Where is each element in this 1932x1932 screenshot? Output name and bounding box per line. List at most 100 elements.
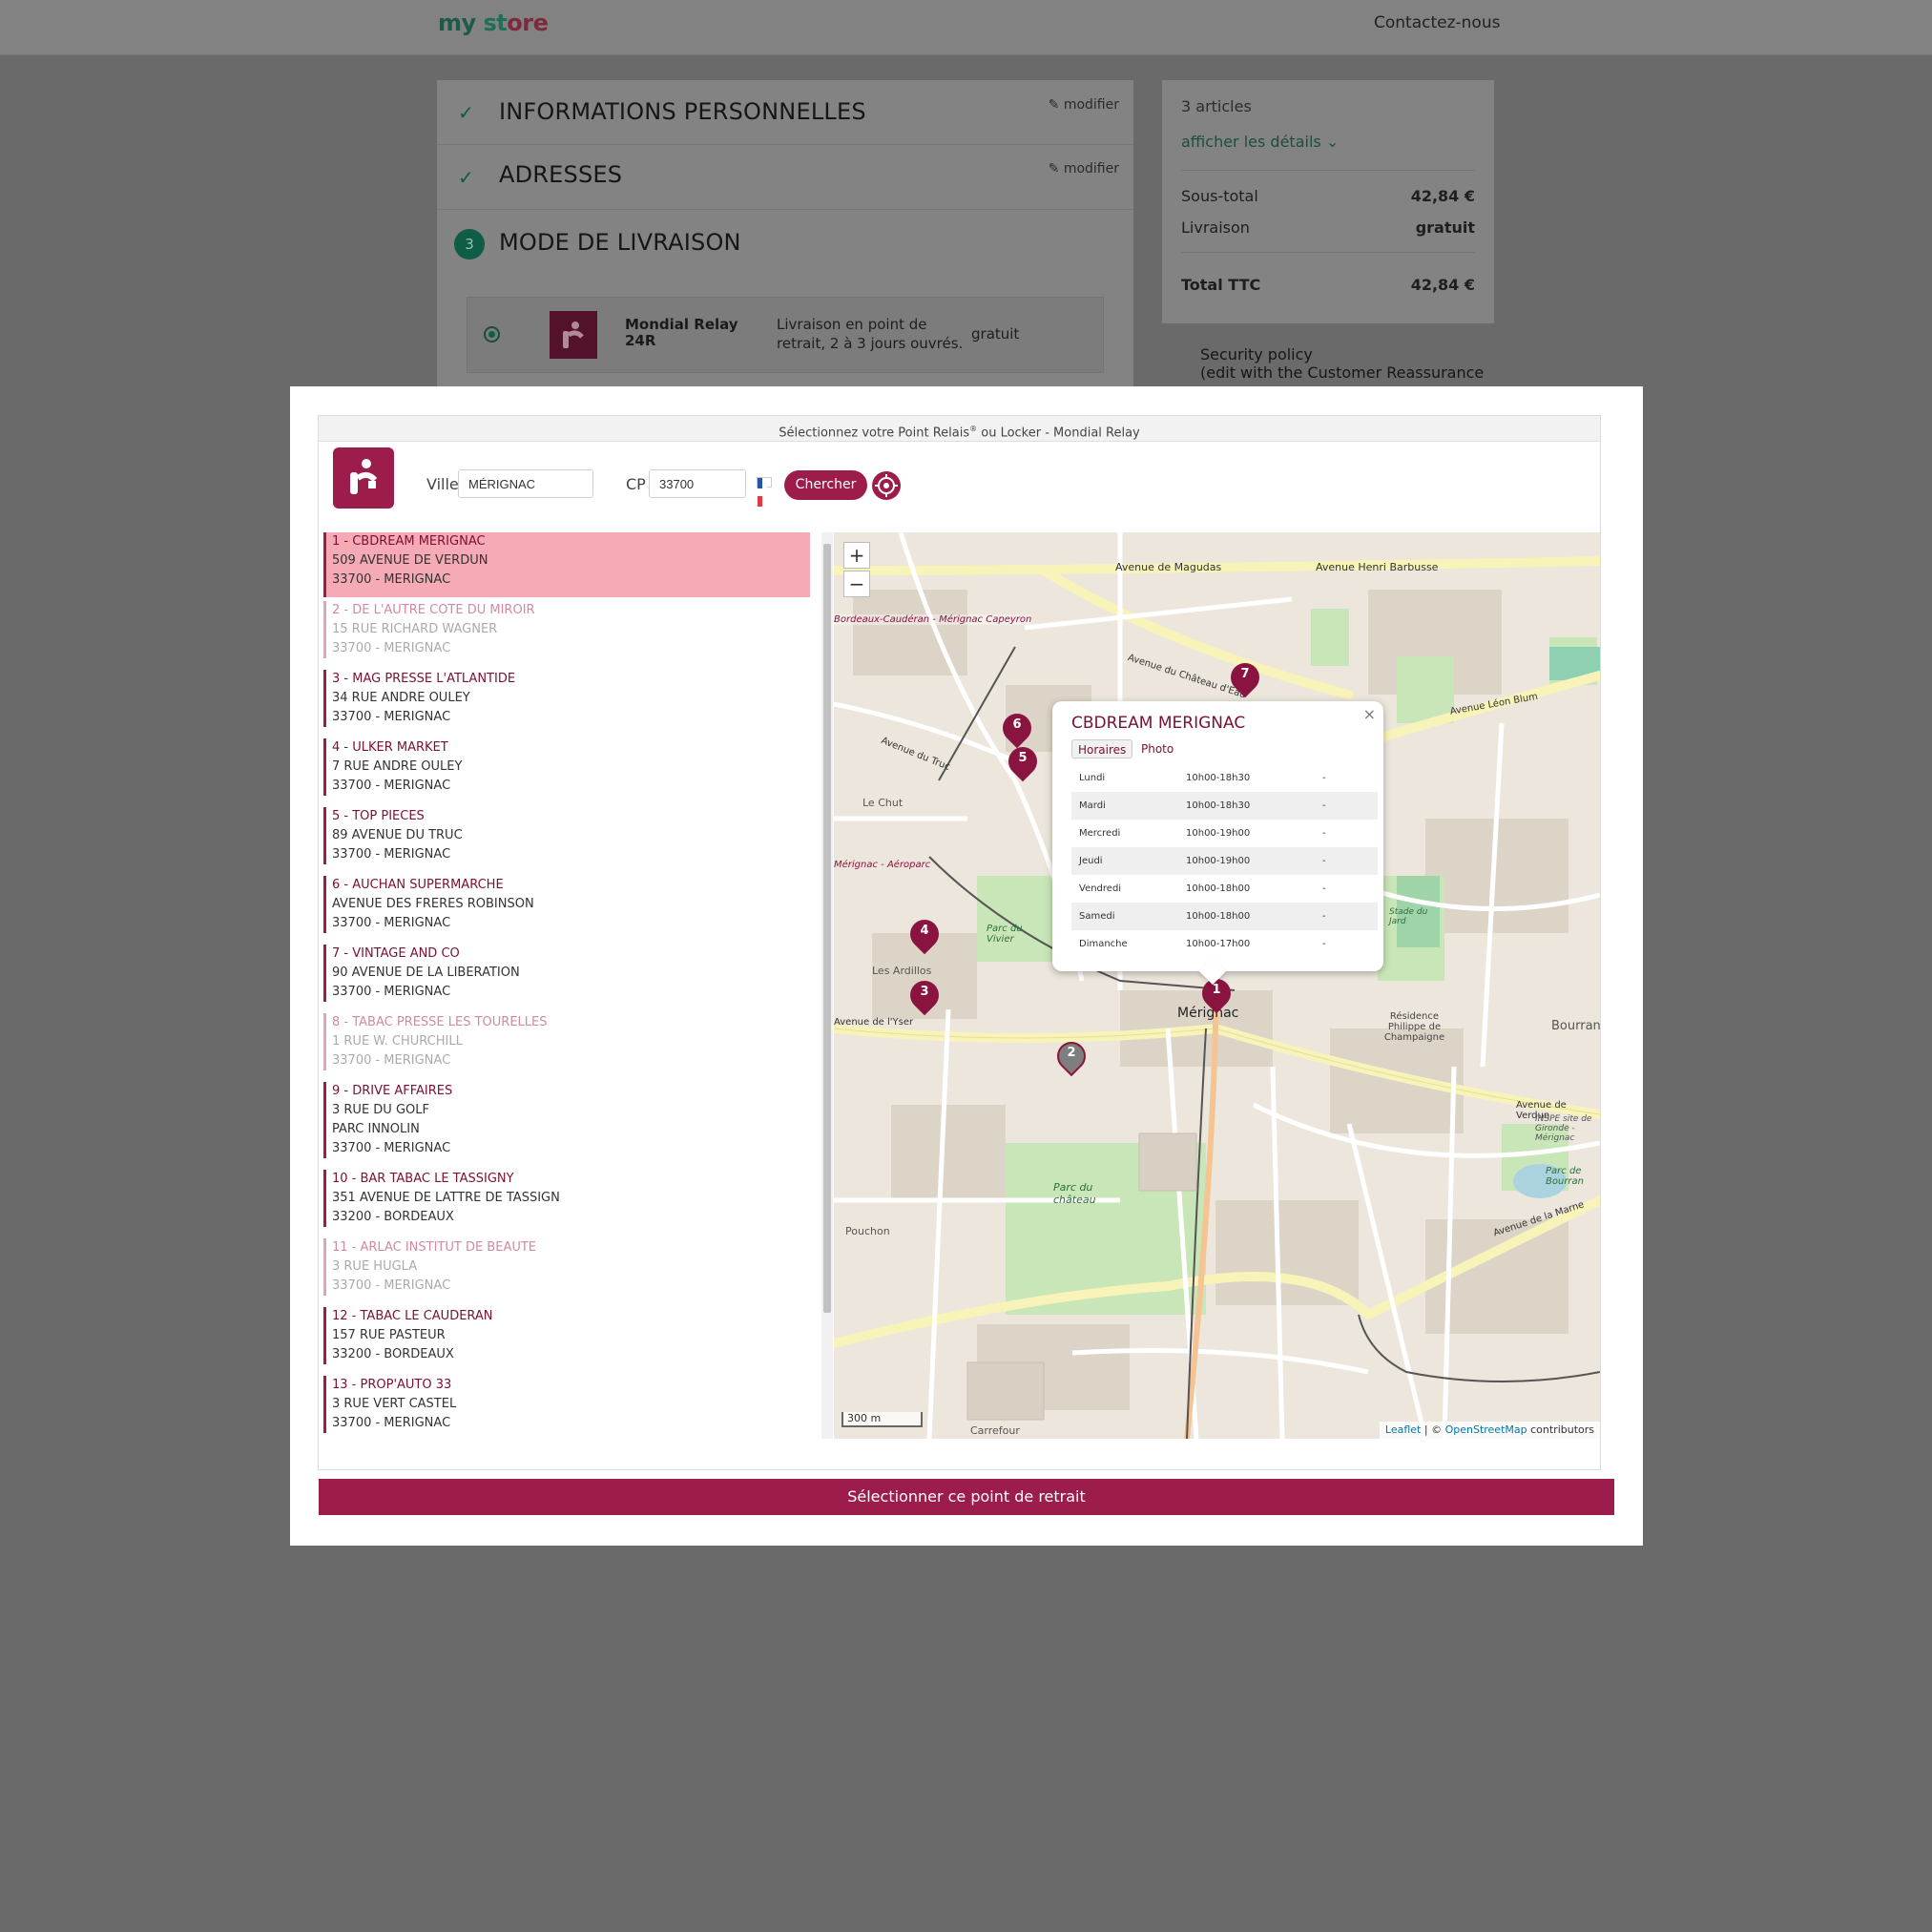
logo-text-part: my <box>438 10 476 36</box>
point-name: 1 - CBDREAM MERIGNAC <box>332 534 486 549</box>
map-marker[interactable]: 7 <box>1224 656 1266 701</box>
shipping-value: gratuit <box>1415 218 1475 237</box>
zoom-out-button[interactable]: − <box>843 571 870 597</box>
relay-point-item[interactable]: 9 - DRIVE AFFAIRES 3 RUE DU GOLF PARC IN… <box>323 1082 810 1158</box>
show-details-link[interactable]: afficher les détails ⌄ <box>1181 133 1339 151</box>
point-city: 33700 - MERIGNAC <box>332 1278 451 1293</box>
relay-point-item[interactable]: 11 - ARLAC INSTITUT DE BEAUTE 3 RUE HUGL… <box>323 1238 810 1296</box>
point-address: 157 RUE PASTEUR <box>332 1328 446 1342</box>
marker-number: 6 <box>1012 717 1022 732</box>
map-label: Carrefour <box>970 1424 1020 1437</box>
show-details-label: afficher les détails <box>1181 133 1321 151</box>
hours-extra: - <box>1322 911 1326 922</box>
point-name: 6 - AUCHAN SUPERMARCHE <box>332 878 504 892</box>
postcode-input[interactable] <box>649 469 746 498</box>
crosshair-icon <box>875 474 898 497</box>
osm-link[interactable]: OpenStreetMap <box>1445 1423 1527 1436</box>
tab-hours[interactable]: Horaires <box>1071 739 1133 758</box>
site-header: my store Contactez-nous <box>0 0 1932 55</box>
relay-point-item[interactable]: 1 - CBDREAM MERIGNAC 509 AVENUE DE VERDU… <box>323 532 810 597</box>
relay-point-item[interactable]: 13 - PROP'AUTO 33 3 RUE VERT CASTEL 3370… <box>323 1376 810 1433</box>
step-addresses: ✓ ADRESSES ✎ modifier <box>437 145 1133 210</box>
point-address: 34 RUE ANDRE OULEY <box>332 691 470 705</box>
point-city: 33200 - BORDEAUX <box>332 1347 454 1361</box>
hours-extra: - <box>1322 773 1326 783</box>
hours-row: Mardi 10h00-18h30 - <box>1071 792 1378 820</box>
step-title: MODE DE LIVRAISON <box>499 229 741 256</box>
logo-text-part: ore <box>507 10 549 36</box>
hours-day: Samedi <box>1079 911 1115 922</box>
map-marker[interactable]: 6 <box>996 707 1038 752</box>
relay-point-item[interactable]: 2 - DE L'AUTRE COTE DU MIROIR 15 RUE RIC… <box>323 601 810 658</box>
map-marker[interactable]: 1 <box>1195 972 1237 1017</box>
hours-time: 10h00-18h30 <box>1186 773 1251 783</box>
map-marker[interactable]: 3 <box>904 974 945 1019</box>
point-name: 9 - DRIVE AFFAIRES <box>332 1084 453 1098</box>
list-scrollbar[interactable] <box>821 532 833 1439</box>
hours-day: Mardi <box>1079 800 1106 811</box>
marker-number: 1 <box>1212 983 1221 997</box>
relay-point-item[interactable]: 12 - TABAC LE CAUDERAN 157 RUE PASTEUR 3… <box>323 1307 810 1364</box>
close-icon[interactable]: × <box>1363 705 1376 723</box>
point-city: 33700 - MERIGNAC <box>332 572 451 587</box>
relay-point-item[interactable]: 6 - AUCHAN SUPERMARCHE AVENUE DES FRERES… <box>323 876 810 933</box>
point-name: 10 - BAR TABAC LE TASSIGNY <box>332 1172 514 1186</box>
relay-point-item[interactable]: 8 - TABAC PRESSE LES TOURELLES 1 RUE W. … <box>323 1013 810 1070</box>
map-marker[interactable]: 4 <box>904 913 945 958</box>
hours-row: Mercredi 10h00-19h00 - <box>1071 820 1378 847</box>
chevron-down-icon: ⌄ <box>1325 133 1340 151</box>
map-marker[interactable]: 5 <box>1002 740 1044 785</box>
map-label: Avenue de Magudas <box>1115 561 1222 573</box>
hours-row: Jeudi 10h00-19h00 - <box>1071 847 1378 875</box>
carrier-radio[interactable] <box>484 326 500 343</box>
widget-title: Sélectionnez votre Point Relais® ou Lock… <box>319 416 1600 442</box>
select-point-button[interactable]: Sélectionner ce point de retrait <box>319 1479 1614 1515</box>
store-logo[interactable]: my store <box>438 10 549 36</box>
leaflet-link[interactable]: Leaflet <box>1385 1423 1421 1436</box>
point-name: 7 - VINTAGE AND CO <box>332 946 460 961</box>
modify-link[interactable]: ✎ modifier <box>1049 97 1119 113</box>
cp-label: CP <box>626 475 646 493</box>
point-address: 7 RUE ANDRE OULEY <box>332 759 463 774</box>
carrier-description: Livraison en point de retrait, 2 à 3 jou… <box>777 316 964 352</box>
point-city: 33700 - MERIGNAC <box>332 710 451 724</box>
security-policy: Security policy (edit with the Customer … <box>1200 345 1484 382</box>
mondial-relay-logo <box>550 311 597 359</box>
point-city: 33700 - MERIGNAC <box>332 641 451 655</box>
scrollbar-thumb[interactable] <box>823 544 831 1313</box>
check-icon: ✓ <box>458 166 474 189</box>
point-city: 33700 - MERIGNAC <box>332 1416 451 1430</box>
map-label: Les Ardillos <box>872 965 932 977</box>
hours-time: 10h00-18h00 <box>1186 911 1251 922</box>
point-city: 33700 - MERIGNAC <box>332 779 451 793</box>
point-city: 33700 - MERIGNAC <box>332 1053 451 1068</box>
relay-point-item[interactable]: 10 - BAR TABAC LE TASSIGNY 351 AVENUE DE… <box>323 1170 810 1227</box>
carrier-option[interactable]: Mondial Relay 24R Livraison en point de … <box>467 297 1104 373</box>
divider <box>1181 170 1475 171</box>
mondial-relay-logo <box>333 447 394 509</box>
point-address: 3 RUE DU GOLF <box>332 1103 429 1117</box>
tab-photo[interactable]: Photo <box>1135 739 1179 758</box>
relay-point-item[interactable]: 3 - MAG PRESSE L'ATLANTIDE 34 RUE ANDRE … <box>323 670 810 727</box>
point-address: 3 RUE HUGLA <box>332 1259 418 1274</box>
map-label: Bourran <box>1551 1019 1600 1033</box>
relay-point-item[interactable]: 5 - TOP PIECES 89 AVENUE DU TRUC 33700 -… <box>323 807 810 864</box>
map-label: Parc du Vivier <box>987 924 1023 945</box>
shipping-label: Livraison <box>1181 218 1250 237</box>
contact-link[interactable]: Contactez-nous <box>1374 13 1500 32</box>
relay-point-item[interactable]: 7 - VINTAGE AND CO 90 AVENUE DE LA LIBER… <box>323 945 810 1002</box>
france-flag-icon[interactable] <box>757 477 772 507</box>
city-input[interactable] <box>458 469 593 498</box>
modify-link[interactable]: ✎ modifier <box>1049 161 1119 177</box>
zoom-in-button[interactable]: + <box>843 542 870 569</box>
map-label: Parc du château <box>1053 1181 1096 1206</box>
hours-row: Dimanche 10h00-17h00 - <box>1071 930 1378 958</box>
relay-point-item[interactable]: 4 - ULKER MARKET 7 RUE ANDRE OULEY 33700… <box>323 738 810 796</box>
map-view[interactable]: Avenue de Magudas Avenue Henri Barbusse … <box>834 532 1600 1439</box>
geolocate-button[interactable] <box>872 471 901 500</box>
step-delivery: 3 MODE DE LIVRAISON <box>437 210 1133 277</box>
search-button[interactable]: Chercher <box>784 470 867 500</box>
point-address: 89 AVENUE DU TRUC <box>332 828 463 842</box>
map-marker[interactable]: 2 <box>1050 1035 1092 1080</box>
relay-person-icon <box>563 322 584 348</box>
